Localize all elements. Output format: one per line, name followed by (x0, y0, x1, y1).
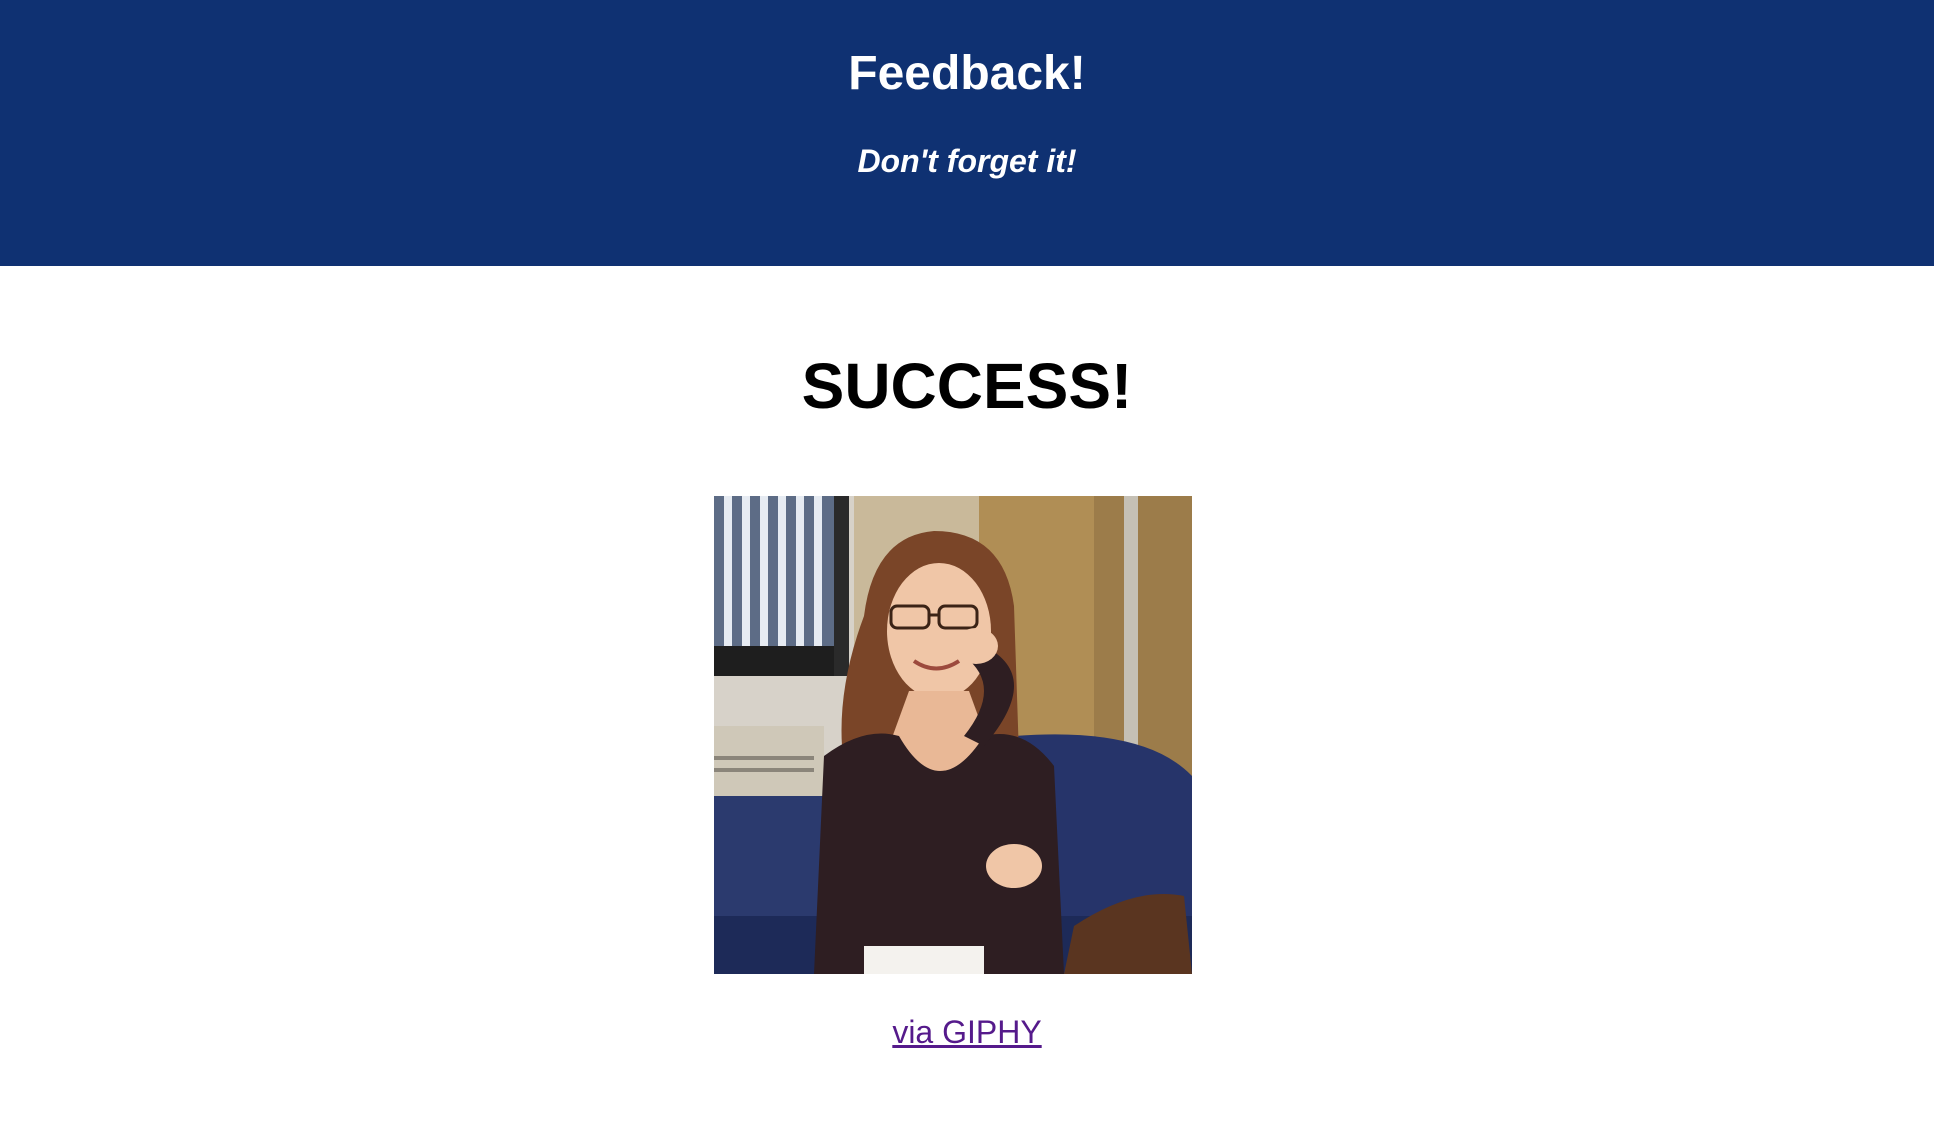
site-header: Feedback! Don't forget it! (0, 0, 1934, 266)
site-title: Feedback! (848, 47, 1086, 100)
site-subtitle: Don't forget it! (857, 143, 1077, 179)
main-content: SUCCESS! via GIPHY (0, 266, 1934, 1130)
success-heading: SUCCESS! (801, 350, 1133, 422)
giphy-link[interactable]: via GIPHY (892, 1014, 1041, 1050)
success-gif-illustration (714, 496, 1192, 974)
giphy-credit: via GIPHY (0, 1012, 1934, 1052)
success-gif (714, 496, 1192, 974)
